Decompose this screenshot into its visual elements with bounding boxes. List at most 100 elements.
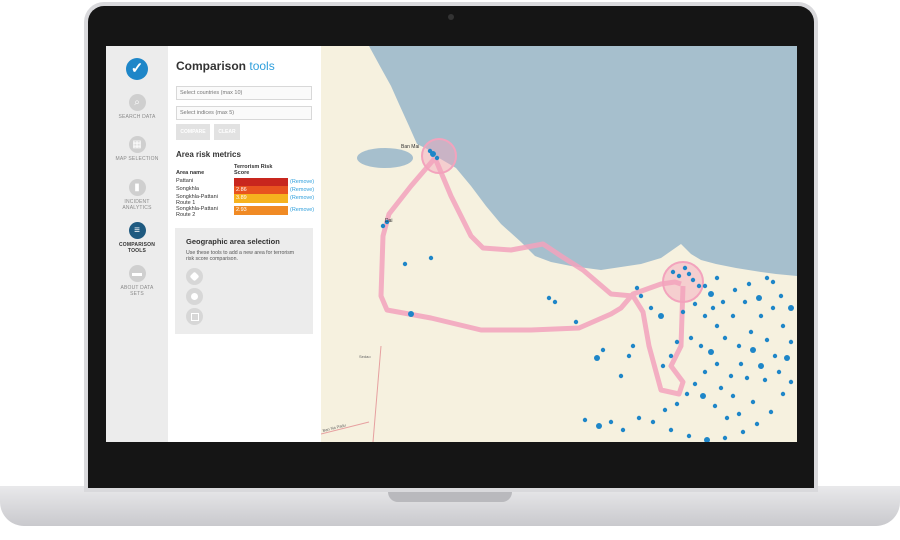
incident-dot[interactable] (698, 343, 704, 349)
incident-dot[interactable] (596, 423, 602, 429)
incident-dot[interactable] (708, 349, 714, 355)
incident-dot[interactable] (634, 285, 640, 291)
incident-dot[interactable] (770, 279, 776, 285)
incident-dot[interactable] (724, 415, 730, 421)
incident-dot[interactable] (674, 401, 680, 407)
indices-select-input[interactable] (176, 106, 312, 120)
incident-dot[interactable] (636, 415, 642, 421)
incident-dot[interactable] (670, 269, 676, 275)
incident-dot[interactable] (732, 287, 738, 293)
incident-dot[interactable] (682, 265, 688, 271)
incident-dot[interactable] (660, 363, 666, 369)
incident-dot[interactable] (686, 271, 692, 277)
polygon-tool-icon[interactable] (186, 268, 203, 285)
incident-dot[interactable] (722, 335, 728, 341)
nav-item-about-data-sets[interactable]: ▬ ABOUT DATA SETS (106, 265, 168, 297)
incident-dot[interactable] (720, 299, 726, 305)
incident-dot[interactable] (686, 433, 692, 439)
incident-dot[interactable] (772, 353, 778, 359)
incident-dot[interactable] (676, 273, 682, 279)
incident-dot[interactable] (784, 355, 790, 361)
incident-dot[interactable] (768, 409, 774, 415)
incident-dot[interactable] (780, 323, 786, 329)
incident-dot[interactable] (730, 313, 736, 319)
incident-dot[interactable] (380, 223, 386, 229)
nav-item-map-selection[interactable]: ▦ MAP SELECTION (106, 136, 168, 162)
incident-dot[interactable] (736, 343, 742, 349)
incident-dot[interactable] (742, 299, 748, 305)
incident-dot[interactable] (746, 281, 752, 287)
nav-item-incident-analytics[interactable]: ▮ INCIDENT ANALYTICS (106, 179, 168, 211)
incident-dot[interactable] (762, 377, 768, 383)
incident-dot[interactable] (600, 347, 606, 353)
incident-dot[interactable] (692, 301, 698, 307)
incident-dot[interactable] (668, 427, 674, 433)
incident-dot[interactable] (758, 313, 764, 319)
incident-dot[interactable] (764, 337, 770, 343)
incident-dot[interactable] (754, 421, 760, 427)
clear-button[interactable]: CLEAR (214, 124, 240, 140)
incident-dot[interactable] (740, 429, 746, 435)
pattani-selection-circle[interactable] (421, 138, 457, 174)
incident-dot[interactable] (788, 305, 794, 311)
incident-dot[interactable] (696, 283, 702, 289)
incident-dot[interactable] (648, 305, 654, 311)
incident-dot[interactable] (780, 391, 786, 397)
incident-dot[interactable] (702, 313, 708, 319)
incident-dot[interactable] (702, 369, 708, 375)
incident-dot[interactable] (788, 339, 794, 345)
incident-dot[interactable] (788, 379, 794, 385)
incident-dot[interactable] (738, 361, 744, 367)
countries-select-input[interactable] (176, 86, 312, 100)
remove-link[interactable]: (Remove) (290, 187, 314, 193)
incident-dot[interactable] (702, 283, 708, 289)
incident-dot[interactable] (770, 305, 776, 311)
incident-dot[interactable] (434, 155, 440, 161)
incident-dot[interactable] (714, 361, 720, 367)
incident-dot[interactable] (638, 293, 644, 299)
compare-button[interactable]: COMPARE (176, 124, 210, 140)
incident-dot[interactable] (708, 291, 714, 297)
incident-dot[interactable] (758, 363, 764, 369)
incident-dot[interactable] (573, 319, 579, 325)
incident-dot[interactable] (608, 419, 614, 425)
incident-dot[interactable] (712, 403, 718, 409)
incident-dot[interactable] (714, 323, 720, 329)
incident-dot[interactable] (776, 369, 782, 375)
incident-dot[interactable] (618, 373, 624, 379)
incident-dot[interactable] (680, 309, 686, 315)
incident-dot[interactable] (692, 381, 698, 387)
nav-item-search-data[interactable]: ⌕ SEARCH DATA (106, 94, 168, 120)
incident-dot[interactable] (722, 435, 728, 441)
incident-dot[interactable] (408, 311, 414, 317)
incident-dot[interactable] (582, 417, 588, 423)
incident-dot[interactable] (427, 148, 433, 154)
incident-dot[interactable] (718, 385, 724, 391)
incident-dot[interactable] (674, 339, 680, 345)
remove-link[interactable]: (Remove) (290, 195, 314, 201)
incident-dot[interactable] (750, 399, 756, 405)
edit-tool-icon[interactable] (186, 308, 203, 325)
incident-dot[interactable] (690, 277, 696, 283)
incident-dot[interactable] (620, 427, 626, 433)
incident-dot[interactable] (756, 295, 762, 301)
circle-tool-icon[interactable] (186, 288, 203, 305)
remove-link[interactable]: (Remove) (290, 207, 314, 213)
incident-dot[interactable] (684, 391, 690, 397)
incident-dot[interactable] (552, 299, 558, 305)
checkmark-logo-icon[interactable]: ✓ (126, 58, 148, 80)
incident-dot[interactable] (750, 347, 756, 353)
incident-dot[interactable] (668, 353, 674, 359)
incident-dot[interactable] (662, 407, 668, 413)
incident-dot[interactable] (710, 305, 716, 311)
nav-item-comparison-tools[interactable]: ≡ COMPARISON TOOLS (106, 222, 168, 254)
incident-dot[interactable] (688, 335, 694, 341)
incident-dot[interactable] (778, 293, 784, 299)
incident-dot[interactable] (546, 295, 552, 301)
incident-dot[interactable] (700, 393, 706, 399)
incident-dot[interactable] (626, 353, 632, 359)
risk-map[interactable]: Ban Mai Dai Sedao Ban Na Padu (321, 46, 797, 442)
incident-dot[interactable] (714, 275, 720, 281)
incident-dot[interactable] (630, 343, 636, 349)
incident-dot[interactable] (650, 419, 656, 425)
